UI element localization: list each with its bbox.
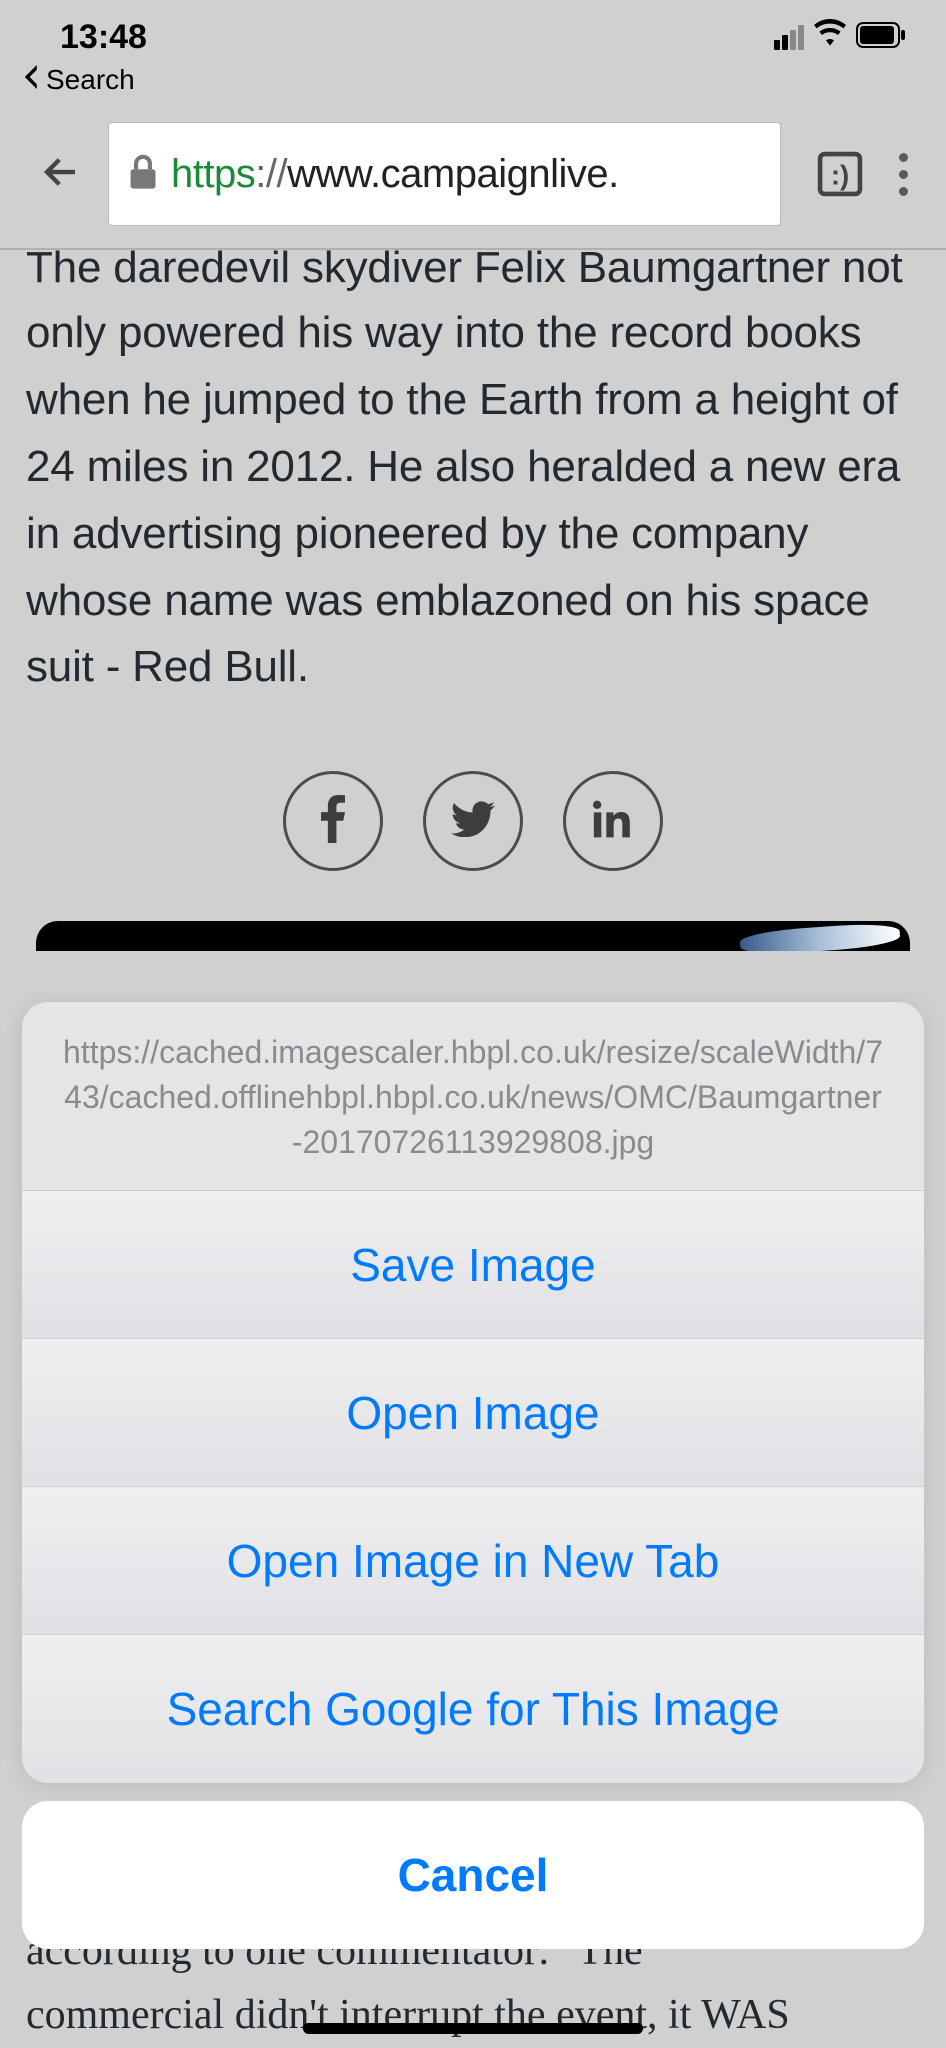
back-to-app-label: Search bbox=[46, 64, 135, 96]
menu-button[interactable] bbox=[889, 145, 928, 204]
address-bar[interactable]: https://www.campaignlive. bbox=[108, 122, 781, 226]
battery-icon bbox=[856, 22, 906, 53]
menu-dot-icon bbox=[899, 187, 908, 196]
back-to-app-button[interactable]: Search bbox=[0, 60, 946, 108]
action-sheet: https://cached.imagescaler.hbpl.co.uk/re… bbox=[22, 1002, 924, 1949]
menu-dot-icon bbox=[899, 153, 908, 162]
url-host: www.campaignlive. bbox=[287, 152, 619, 196]
cellular-signal-icon bbox=[774, 25, 804, 50]
lock-icon bbox=[129, 154, 157, 195]
menu-dot-icon bbox=[899, 170, 908, 179]
action-sheet-title: https://cached.imagescaler.hbpl.co.uk/re… bbox=[22, 1002, 924, 1191]
open-image-button[interactable]: Open Image bbox=[22, 1339, 924, 1487]
facebook-icon bbox=[321, 795, 345, 848]
svg-text::): :) bbox=[831, 160, 849, 191]
search-google-image-button[interactable]: Search Google for This Image bbox=[22, 1635, 924, 1783]
save-image-button[interactable]: Save Image bbox=[22, 1191, 924, 1339]
back-caret-icon bbox=[24, 64, 40, 96]
status-time: 13:48 bbox=[60, 18, 147, 57]
tabs-button[interactable]: :) bbox=[817, 151, 863, 197]
social-share-row bbox=[26, 771, 920, 871]
url-protocol: https bbox=[171, 152, 255, 196]
article-paragraph: only powered his way into the record boo… bbox=[26, 300, 920, 701]
nav-back-button[interactable] bbox=[40, 151, 82, 198]
share-twitter-button[interactable] bbox=[423, 771, 523, 871]
home-indicator[interactable] bbox=[303, 2023, 643, 2034]
article-paragraph-cut: The daredevil skydiver Felix Baumgartner… bbox=[26, 246, 920, 290]
url-text: https://www.campaignlive. bbox=[171, 152, 619, 197]
twitter-icon bbox=[451, 801, 495, 842]
url-separator: :// bbox=[255, 152, 287, 196]
open-image-new-tab-button[interactable]: Open Image in New Tab bbox=[22, 1487, 924, 1635]
article-image[interactable] bbox=[36, 921, 910, 951]
share-linkedin-button[interactable] bbox=[563, 771, 663, 871]
cancel-button[interactable]: Cancel bbox=[22, 1801, 924, 1949]
status-bar: 13:48 bbox=[0, 0, 946, 60]
linkedin-icon bbox=[593, 799, 633, 844]
page-content: The daredevil skydiver Felix Baumgartner… bbox=[0, 250, 946, 951]
status-icons bbox=[774, 19, 906, 56]
browser-toolbar: https://www.campaignlive. :) bbox=[0, 108, 946, 248]
wifi-icon bbox=[814, 19, 846, 56]
share-facebook-button[interactable] bbox=[283, 771, 383, 871]
